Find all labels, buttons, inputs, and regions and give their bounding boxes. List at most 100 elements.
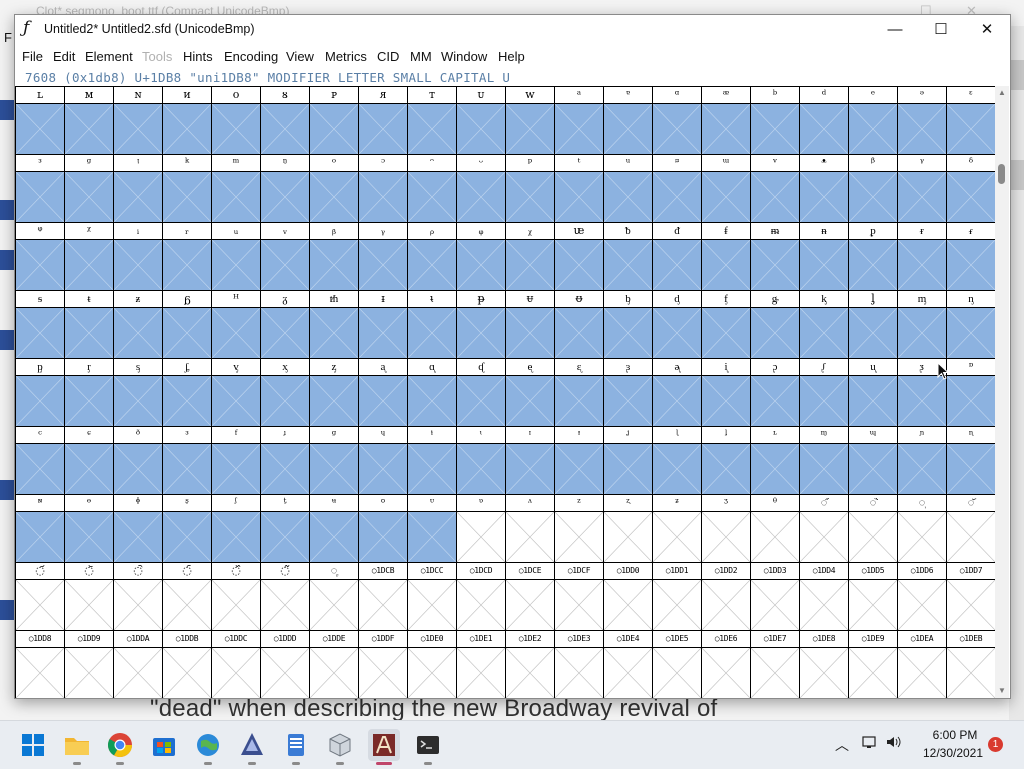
glyph-cell[interactable]: ᶓ [555, 359, 604, 427]
glyph-cell[interactable]: ᴜ [457, 87, 506, 155]
glyph-cell[interactable]: ᶱ [65, 495, 114, 563]
glyph-cell[interactable]: ◌᷁ [849, 495, 898, 563]
glyph-cell[interactable]: ᵇ [751, 87, 800, 155]
glyph-cell[interactable]: ᶼ [604, 495, 653, 563]
glyph-cell[interactable]: ○1DE4 [604, 631, 653, 698]
glyph-cell[interactable]: ᵆ [702, 87, 751, 155]
glyph-cell[interactable]: ᵾ [506, 291, 555, 359]
glyph-cell[interactable]: ᵻ [359, 291, 408, 359]
glyph-cell[interactable]: ᵛ [751, 155, 800, 223]
browser-icon[interactable] [192, 729, 224, 761]
glyph-cell[interactable]: ᵗ [555, 155, 604, 223]
glyph-cell[interactable]: ◌᷆ [114, 563, 163, 631]
glyph-cell[interactable]: ᵺ [310, 291, 359, 359]
menu-help[interactable]: Help [498, 49, 525, 64]
scroll-thumb[interactable] [998, 164, 1005, 184]
menu-window[interactable]: Window [441, 49, 487, 64]
minimize-button[interactable]: — [872, 15, 918, 44]
glyph-cell[interactable]: ᴍ [65, 87, 114, 155]
glyph-cell[interactable]: ᵢ [114, 223, 163, 291]
glyph-cell[interactable]: ᶌ [212, 359, 261, 427]
glyph-cell[interactable]: ○1DE1 [457, 631, 506, 698]
glyph-cell[interactable]: ◌᷀ [800, 495, 849, 563]
menu-encoding[interactable]: Encoding [224, 49, 278, 64]
glyph-cell[interactable]: ᵍ [65, 155, 114, 223]
glyph-cell[interactable]: ᶉ [65, 359, 114, 427]
glyph-cell[interactable]: ᵈ [800, 87, 849, 155]
glyph-cell[interactable]: ᵑ [261, 155, 310, 223]
glyph-cell[interactable]: ᶁ [653, 291, 702, 359]
glyph-cell[interactable]: ○1DDB [163, 631, 212, 698]
glyph-cell[interactable]: ᴕ [261, 87, 310, 155]
glyph-cell[interactable]: ᵶ [114, 291, 163, 359]
menu-cid[interactable]: CID [377, 49, 399, 64]
glyph-cell[interactable]: ᵹ [261, 291, 310, 359]
glyph-cell[interactable]: ◌᷇ [163, 563, 212, 631]
glyph-cell[interactable]: ᶸ [408, 495, 457, 563]
glyph-cell[interactable]: ᵘ [604, 155, 653, 223]
glyph-cell[interactable]: ○1DE0 [408, 631, 457, 698]
glyph-cell[interactable]: ○1DD4 [800, 563, 849, 631]
glyph-cell[interactable]: ᵃ [555, 87, 604, 155]
glyph-cell[interactable]: ᶧ [555, 427, 604, 495]
glyph-cell[interactable]: ᵏ [163, 155, 212, 223]
glyph-cell[interactable]: ᶙ [849, 359, 898, 427]
glyph-cell[interactable]: ᵊ [898, 87, 947, 155]
glyph-cell[interactable]: ᵠ [16, 223, 65, 291]
glyph-cell[interactable]: ○1DDC [212, 631, 261, 698]
glyph-cell[interactable]: ᴙ [359, 87, 408, 155]
glyph-cell[interactable]: ᶷ [359, 495, 408, 563]
glyph-cell[interactable]: ○1DDA [114, 631, 163, 698]
glyph-cell[interactable]: ○1DD0 [604, 563, 653, 631]
glyph-cell[interactable]: ᵤ [212, 223, 261, 291]
glyph-cell[interactable]: ◌᷊ [310, 563, 359, 631]
glyph-cell[interactable]: ○1DE3 [555, 631, 604, 698]
scroll-down-icon[interactable]: ▼ [995, 684, 1009, 698]
glyph-cell[interactable]: ◌᷃ [947, 495, 995, 563]
glyph-cell[interactable]: ᶿ [751, 495, 800, 563]
menu-edit[interactable]: Edit [53, 49, 75, 64]
glyph-cell[interactable]: ɴ [114, 87, 163, 155]
glyph-cell[interactable]: ᶈ [16, 359, 65, 427]
volume-icon[interactable] [886, 735, 902, 752]
glyph-cell[interactable]: ᶖ [702, 359, 751, 427]
glyph-cell[interactable]: ᶒ [506, 359, 555, 427]
glyph-cell[interactable]: ᶮ [898, 427, 947, 495]
glyph-cell[interactable]: ᵐ [212, 155, 261, 223]
glyph-cell[interactable]: ᵜ [800, 155, 849, 223]
glyph-cell[interactable]: ᶩ [653, 427, 702, 495]
glyph-cell[interactable]: ○1DE8 [800, 631, 849, 698]
glyph-cell[interactable]: ᶑ [457, 359, 506, 427]
glyph-cell[interactable]: ○1DDE [310, 631, 359, 698]
glyph-cell[interactable]: ᵪ [506, 223, 555, 291]
glyph-cell[interactable]: ᶎ [310, 359, 359, 427]
glyph-cell[interactable]: ᶄ [800, 291, 849, 359]
glyph-cell[interactable]: ᶞ [114, 427, 163, 495]
glyph-cell[interactable]: ᶽ [653, 495, 702, 563]
glyph-cell[interactable]: ᶦ [506, 427, 555, 495]
network-icon[interactable] [862, 735, 878, 752]
terminal-icon[interactable] [412, 729, 444, 761]
glyph-cell[interactable]: ᶵ [261, 495, 310, 563]
glyph-cell[interactable]: ᵰ [800, 223, 849, 291]
glyph-cell[interactable]: ○1DEA [898, 631, 947, 698]
glyph-cell[interactable]: ᶣ [359, 427, 408, 495]
glyph-cell[interactable]: ᵱ [849, 223, 898, 291]
glyph-cell[interactable]: ᴎ [163, 87, 212, 155]
glyph-cell[interactable]: ○1DE5 [653, 631, 702, 698]
glyph-cell[interactable]: ○1DD5 [849, 563, 898, 631]
glyph-cell[interactable]: ᴘ [310, 87, 359, 155]
file-explorer-icon[interactable] [61, 729, 93, 761]
glyph-cell[interactable]: ᶆ [898, 291, 947, 359]
glyph-cell[interactable]: ᵕ [457, 155, 506, 223]
glyph-cell[interactable]: ᶇ [947, 291, 995, 359]
glyph-cell[interactable]: ᶂ [702, 291, 751, 359]
glyph-cell[interactable]: ◌᷄ [16, 563, 65, 631]
maximize-button[interactable]: ☐ [918, 15, 964, 44]
glyph-cell[interactable]: ᶀ [604, 291, 653, 359]
glyph-cell[interactable]: ᶘ [800, 359, 849, 427]
glyph-cell[interactable]: ᵋ [947, 87, 995, 155]
glyph-cell[interactable]: ○1DD9 [65, 631, 114, 698]
glyph-cell[interactable]: ᶾ [702, 495, 751, 563]
glyph-cell[interactable]: ᶫ [751, 427, 800, 495]
